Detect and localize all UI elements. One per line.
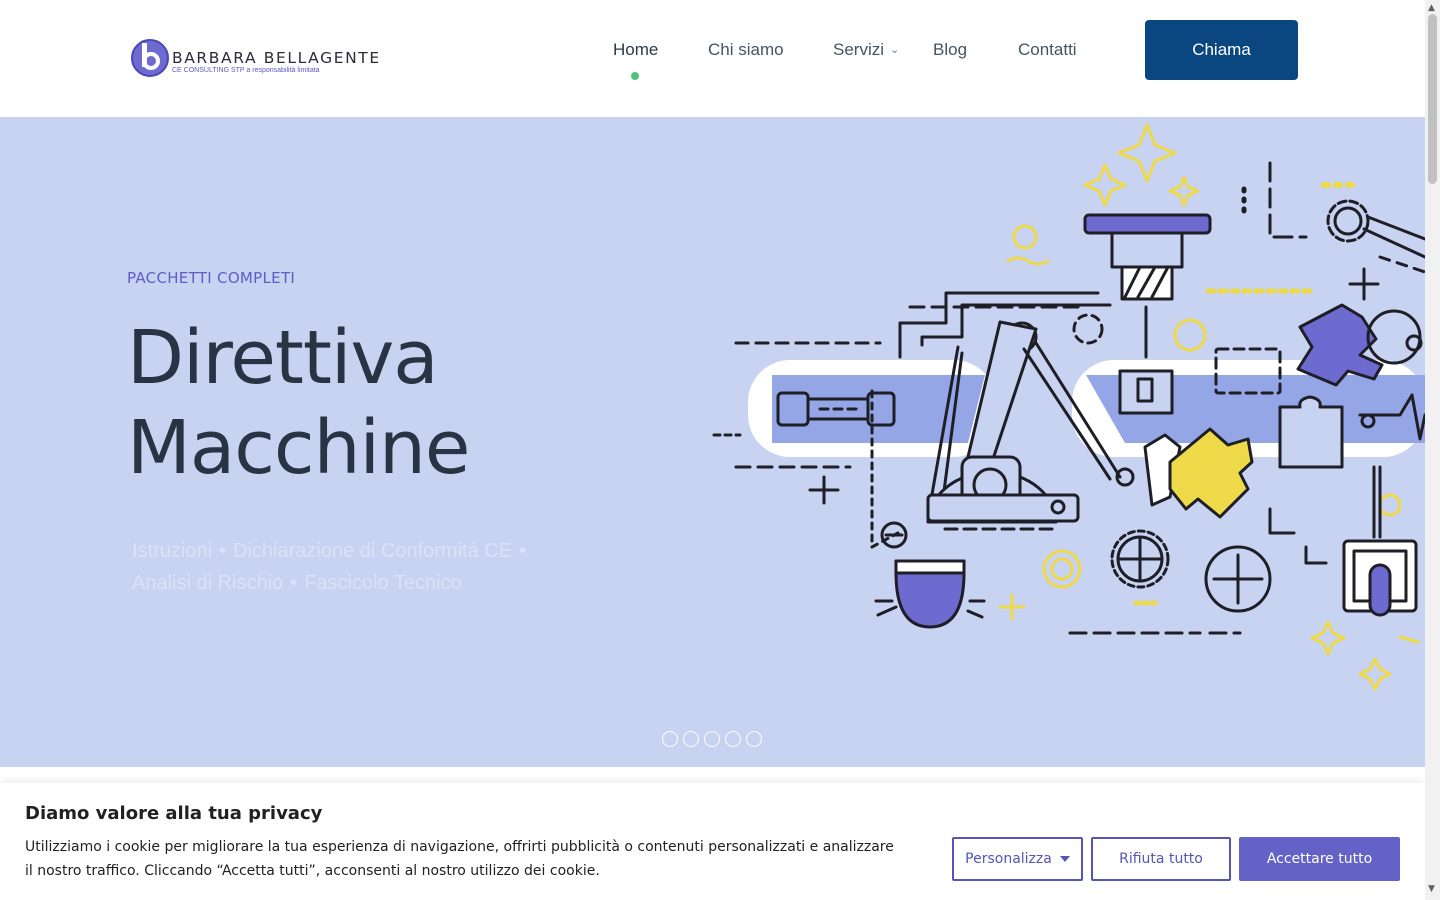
customize-label: Personalizza — [965, 851, 1052, 867]
slider-dot[interactable] — [725, 731, 741, 747]
slider-dot[interactable] — [662, 731, 678, 747]
nav-home-label: Home — [613, 40, 659, 59]
call-button[interactable]: Chiama — [1145, 20, 1298, 80]
active-indicator-dot — [631, 72, 639, 80]
accept-all-button[interactable]: Accettare tutto — [1239, 837, 1400, 881]
cookie-title: Diamo valore alla tua privacy — [25, 803, 323, 824]
hero-item: Istruzioni — [132, 540, 213, 562]
hero-item: Dichiarazione di Conformità CE — [233, 540, 513, 562]
bullet-separator: • — [290, 572, 298, 594]
slider-dot[interactable] — [746, 731, 762, 747]
page-scrollbar[interactable]: ▲ ▼ — [1425, 0, 1440, 900]
customize-button[interactable]: Personalizza — [952, 837, 1083, 881]
nav-servizi[interactable]: Servizi ⌄ — [833, 40, 899, 60]
scrollbar-thumb[interactable] — [1428, 14, 1437, 184]
reject-all-button[interactable]: Rifiuta tutto — [1091, 837, 1231, 881]
site-logo[interactable]: BARBARA BELLAGENTE CE CONSULTING STP a r… — [130, 38, 381, 78]
nav-contatti[interactable]: Contatti — [1018, 40, 1077, 60]
cookie-consent-banner: Diamo valore alla tua privacy Utilizziam… — [0, 783, 1425, 900]
cookie-description: Utilizziamo i cookie per migliorare la t… — [25, 839, 894, 879]
hero-title-line1: Direttiva — [127, 315, 439, 401]
hero-services-list: Istruzioni • Dichiarazione di Conformità C… — [132, 535, 562, 599]
hero-title: Direttiva Macchine — [127, 313, 470, 493]
hero-slider: PACCHETTI COMPLETI Direttiva Macchine Is… — [0, 117, 1425, 767]
scroll-up-arrow-icon[interactable]: ▲ — [1428, 3, 1435, 13]
logo-name: BARBARA BELLAGENTE — [172, 49, 381, 67]
nav-blog[interactable]: Blog — [933, 40, 967, 60]
nav-blog-label: Blog — [933, 40, 968, 59]
site-header: BARBARA BELLAGENTE CE CONSULTING STP a r… — [0, 0, 1425, 117]
nav-chi-siamo-label: Chi siamo — [708, 40, 784, 59]
hero-item: Fascicolo Tecnico — [304, 572, 462, 594]
bullet-separator: • — [519, 540, 527, 562]
nav-contatti-label: Contatti — [1018, 40, 1077, 59]
hero-title-line2: Macchine — [127, 405, 470, 491]
nav-chi-siamo[interactable]: Chi siamo — [708, 40, 784, 60]
bullet-separator: • — [219, 540, 227, 562]
caret-down-icon — [1059, 856, 1070, 862]
hero-eyebrow: PACCHETTI COMPLETI — [127, 269, 296, 287]
slider-pagination — [662, 731, 762, 747]
logo-b-icon — [131, 39, 169, 77]
nav-servizi-label: Servizi — [833, 40, 885, 59]
logo-text: BARBARA BELLAGENTE CE CONSULTING STP a r… — [172, 50, 381, 76]
slider-dot[interactable] — [683, 731, 699, 747]
logo-subtitle: CE CONSULTING STP a responsabilità limit… — [172, 67, 320, 74]
scroll-down-arrow-icon[interactable]: ▼ — [1428, 884, 1435, 894]
nav-home[interactable]: Home — [613, 40, 659, 80]
slider-dot[interactable] — [704, 731, 720, 747]
chevron-down-icon: ⌄ — [890, 44, 900, 56]
hero-item: Analisi di Rischio — [132, 572, 284, 594]
machinery-illustration — [712, 123, 1425, 691]
